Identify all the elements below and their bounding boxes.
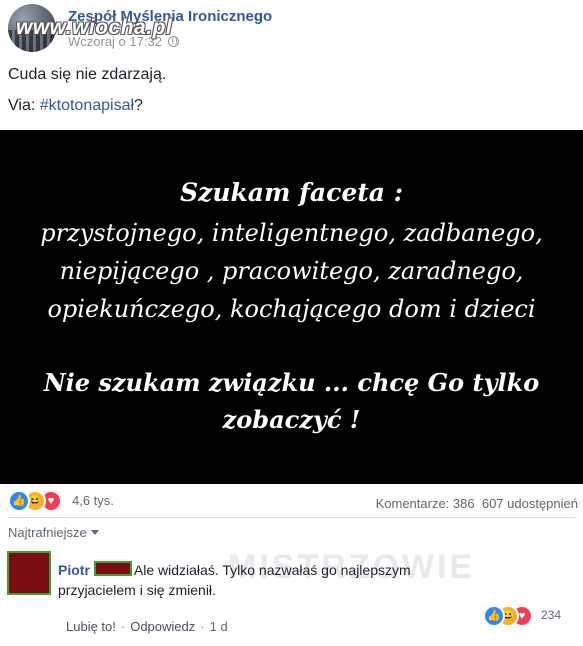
comment-age[interactable]: 1 d [210,619,228,634]
comment-avatar[interactable] [7,551,51,595]
comment-bubble: Piotr Ale widziałaś. Tylko nazwałaś go na… [58,560,483,600]
separator: · [120,619,126,634]
chevron-down-icon [90,530,99,535]
image-line-1: Szukam faceta : [180,178,403,207]
comment-author[interactable]: Piotr [58,562,90,578]
reaction-count[interactable]: 4,6 tys. [72,493,114,508]
like-comment-button[interactable]: Lubię to! [66,619,116,634]
post-image[interactable]: Szukam faceta : przystojnego, inteligent… [0,130,583,484]
via-suffix: ? [134,97,143,114]
image-line-4: opiekuńczego, kochającego dom i dzieci [47,295,536,323]
divider [8,517,575,518]
like-icon[interactable]: 👍 [8,490,30,512]
engagement-counts: Komentarze: 386 607 udostępnień [376,496,578,511]
separator: · [200,619,205,634]
site-watermark: www.wiocha.pl [16,16,173,39]
image-line-3: niepijącego , pracowitego, zaradnego, [59,257,524,285]
comment-body: Piotr Ale widziałaś. Tylko nazwałaś go na… [58,560,483,600]
comments-count[interactable]: Komentarze: 386 [376,496,475,511]
post-text: Cuda się nie zdarzają. [8,66,167,83]
image-line-2: przystojnego, inteligentnego, zadbanego, [40,219,543,247]
reply-button[interactable]: Odpowiedz [130,619,195,634]
image-line-5: Nie szukam związku ... chcę Go tylko [43,368,540,397]
post-via: Via: #ktotonapisał? [8,97,143,115]
image-line-6: zobaczyć ! [222,405,361,434]
like-icon: 👍 [483,605,505,627]
comment-actions: Lubię to! · Odpowiedz · 1 d [66,619,228,634]
sort-label: Najtrafniejsze [8,525,87,540]
hashtag-link[interactable]: #ktotonapisał [40,97,134,114]
post-header: Zespół Myślenia Ironicznego Wczoraj o 17… [8,2,578,56]
via-prefix: Via: [8,97,40,114]
censor-bar [93,561,132,576]
reactions-bar: 👍 😆 ♥ 4,6 tys. Komentarze: 386 607 udost… [8,490,578,512]
shares-count[interactable]: 607 udostępnień [482,496,578,511]
comment-reaction-count: 234 [541,608,562,622]
comment-reactions[interactable]: 👍 😆 ♥ 234 [483,605,578,627]
comment-sort-dropdown[interactable]: Najtrafniejsze [8,525,99,540]
